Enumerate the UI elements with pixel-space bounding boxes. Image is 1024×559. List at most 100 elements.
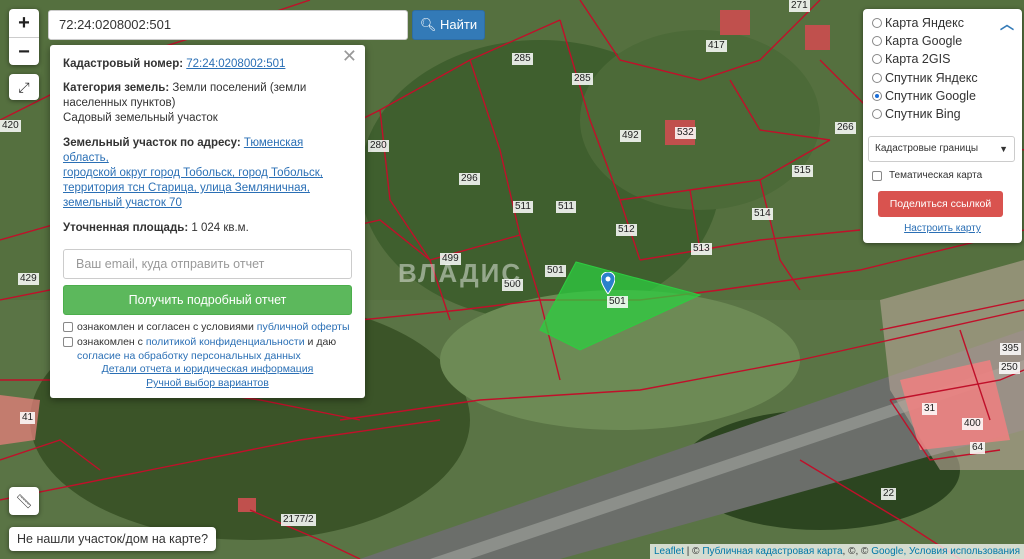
search-button-label: Найти (440, 17, 478, 32)
address-label: Земельный участок по адресу: (63, 137, 241, 149)
layer-option-label: Карта Яндекс (885, 16, 964, 31)
offer-checkbox[interactable] (63, 322, 73, 332)
personal-data-link[interactable]: согласие на обработку персональных данны… (77, 350, 301, 362)
share-link-button[interactable]: Поделиться ссылкой (878, 191, 1003, 218)
parcel-label: 266 (835, 122, 856, 134)
parcel-label: 420 (0, 120, 21, 132)
parcel-label: 22 (881, 488, 897, 500)
privacy-checkbox[interactable] (63, 337, 73, 347)
parcel-label: 64 (970, 442, 986, 454)
layer-option-label: Карта 2GIS (885, 52, 951, 67)
layer-option-yandex-satellite[interactable]: Спутник Яндекс (872, 69, 1013, 87)
ruler-icon: 📏︎ (15, 493, 33, 509)
layer-option-yandex-map[interactable]: Карта Яндекс (872, 14, 1013, 32)
report-details-link[interactable]: Детали отчета и юридическая информация (102, 363, 314, 375)
layer-option-label: Спутник Bing (885, 107, 961, 122)
radio-icon[interactable] (872, 109, 882, 120)
usage-value: Садовый земельный участок (63, 112, 218, 124)
radio-icon[interactable] (872, 36, 882, 47)
offer-link[interactable]: публичной оферты (257, 321, 350, 333)
offer-consent[interactable]: ознакомлен и согласен с условиями публич… (63, 320, 352, 334)
watermark-logo: ВЛАДИС (398, 258, 523, 288)
not-found-button[interactable]: Не нашли участок/дом на карте? (9, 527, 217, 551)
address-link-line3[interactable]: территория тсн Старица, улица Землянична… (63, 182, 310, 194)
parcel-label: 513 (691, 243, 712, 255)
zoom-control: + − (9, 9, 39, 65)
search-button[interactable]: 🔍︎ Найти (412, 10, 485, 40)
layer-option-google-map[interactable]: Карта Google (872, 32, 1013, 50)
leaflet-link[interactable]: Leaflet (654, 546, 684, 557)
parcel-label: 271 (789, 0, 810, 12)
radio-selected-icon[interactable] (872, 90, 882, 101)
search-icon: 🔍︎ (419, 17, 437, 32)
parcel-label: 501 (607, 296, 628, 308)
pkk-link[interactable]: Публичная кадастровая карта (702, 546, 842, 557)
thematic-label: Тематическая карта (889, 170, 983, 182)
offer-consent-text: ознакомлен и согласен с условиями (77, 321, 254, 333)
cadastral-label: Кадастровый номер: (63, 58, 184, 70)
cadastral-link[interactable]: 72:24:0208002:501 (186, 58, 285, 70)
privacy-policy-link[interactable]: политикой конфиденциальности (146, 336, 305, 348)
parcel-label: 515 (792, 165, 813, 177)
get-report-button[interactable]: Получить подробный отчет (63, 285, 352, 315)
search-input[interactable]: 72:24:0208002:501 (48, 10, 408, 40)
address-link-line2[interactable]: городской округ город Тобольск, город То… (63, 167, 323, 179)
overlay-select[interactable]: Кадастровые границы ▼ (868, 136, 1015, 163)
attribution-copy2: , ©, © (842, 546, 869, 557)
parcel-label: 280 (368, 140, 389, 152)
address-link-line4[interactable]: земельный участок 70 (63, 197, 182, 209)
location-pin-icon[interactable] (601, 272, 615, 294)
parcel-label: 250 (999, 362, 1020, 374)
terms-link[interactable]: , Условия использования (903, 546, 1020, 557)
parcel-label: 31 (922, 403, 938, 415)
parcel-label: 511 (556, 201, 576, 213)
chevron-down-icon: ▼ (999, 144, 1008, 155)
parcel-label: 41 (20, 412, 36, 424)
fullscreen-button[interactable]: ⤢ (9, 74, 39, 100)
parcel-label: 2177/2 (281, 514, 316, 526)
layer-option-2gis-map[interactable]: Карта 2GIS (872, 50, 1013, 68)
layer-option-label: Спутник Яндекс (885, 70, 978, 85)
parcel-label: 400 (962, 418, 983, 430)
layer-option-label: Карта Google (885, 34, 963, 49)
manual-selection-link[interactable]: Ручной выбор вариантов (146, 377, 269, 389)
zoom-in-button[interactable]: + (9, 9, 39, 37)
parcel-label: 514 (752, 208, 773, 220)
radio-icon[interactable] (872, 18, 882, 29)
parcel-label: 285 (572, 73, 593, 85)
parcel-label: 429 (18, 273, 39, 285)
zoom-out-button[interactable]: − (9, 37, 39, 65)
measure-button[interactable]: 📏︎ (9, 487, 39, 515)
email-field[interactable]: Ваш email, куда отправить отчет (63, 249, 352, 279)
privacy-consent-text: ознакомлен с (77, 336, 143, 348)
expand-icon: ⤢ (18, 79, 30, 95)
chevron-up-icon[interactable]: ︿ (1000, 14, 1014, 34)
map-attribution: Leaflet | © Публичная кадастровая карта,… (649, 544, 1024, 559)
google-link[interactable]: Google (871, 546, 903, 557)
parcel-info-panel: ✕ Кадастровый номер: 72:24:0208002:501 К… (50, 45, 365, 398)
privacy-consent-tail: и даю (307, 336, 337, 348)
layer-option-bing-satellite[interactable]: Спутник Bing (872, 105, 1013, 123)
configure-map-link[interactable]: Настроить карту (872, 223, 1013, 234)
layer-option-label: Спутник Google (885, 88, 976, 103)
close-icon[interactable]: ✕ (342, 47, 357, 65)
parcel-label: 492 (620, 130, 641, 142)
area-value: 1 024 кв.м. (191, 222, 249, 234)
attribution-copy: © (692, 546, 700, 557)
layer-option-google-satellite[interactable]: Спутник Google (872, 87, 1013, 105)
privacy-consent[interactable]: ознакомлен с политикой конфиденциальност… (63, 335, 352, 363)
radio-icon[interactable] (872, 54, 882, 65)
parcel-label: 511 (513, 201, 533, 213)
attribution-sep: | (686, 546, 690, 557)
category-value: Земли поселений (земли (172, 82, 307, 94)
thematic-checkbox[interactable] (872, 170, 882, 181)
parcel-label: 512 (616, 224, 637, 236)
parcel-label: 395 (1000, 343, 1021, 355)
thematic-map-toggle[interactable]: Тематическая карта (872, 170, 1013, 181)
layer-switcher: ︿ Карта Яндекс Карта Google Карта 2GIS С… (863, 9, 1022, 243)
category-label: Категория земель: (63, 82, 170, 94)
parcel-label: 296 (459, 173, 480, 185)
radio-icon[interactable] (872, 72, 882, 83)
area-label: Уточненная площадь: (63, 222, 189, 234)
category-value-cont: населенных пунктов) (63, 97, 176, 109)
